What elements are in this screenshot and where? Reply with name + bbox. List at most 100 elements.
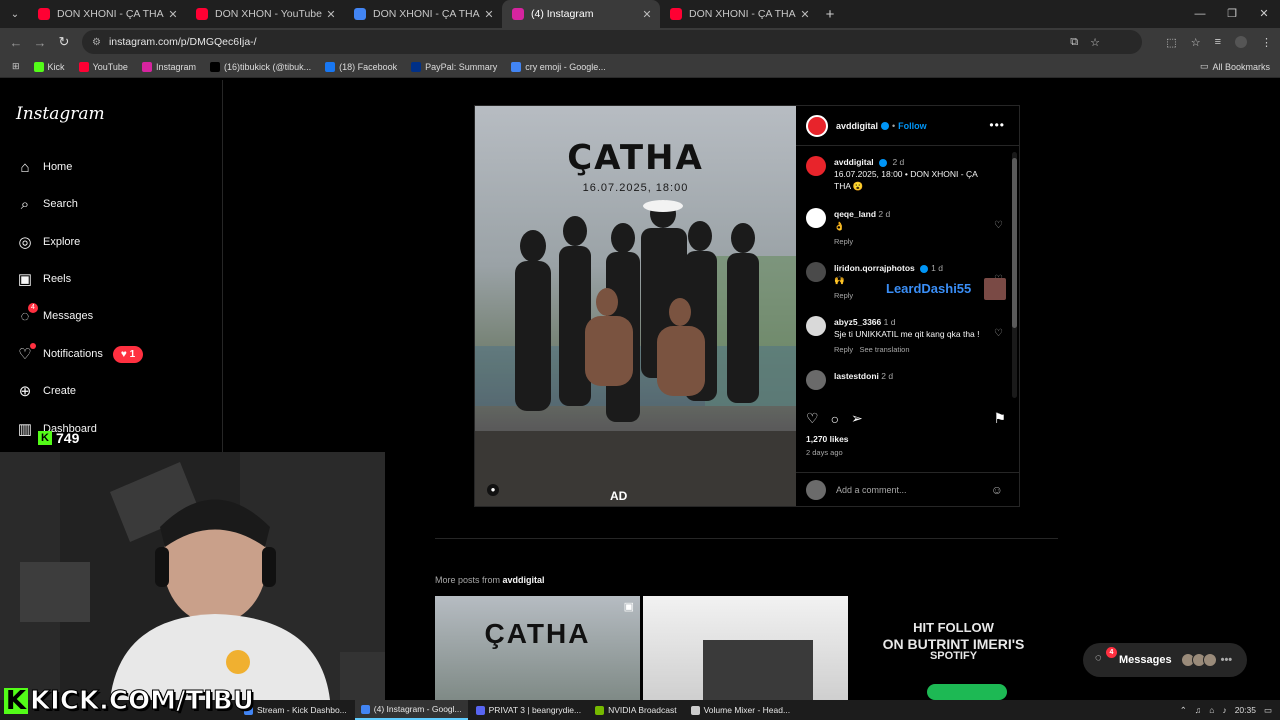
new-tab-button[interactable]: + bbox=[818, 6, 842, 23]
bookmark-item[interactable]: cry emoji - Google... bbox=[511, 61, 606, 72]
comment-username[interactable]: qeqe_land bbox=[834, 209, 876, 219]
instagram-logo[interactable]: Instagram bbox=[16, 104, 105, 124]
post-thumbnail-2[interactable] bbox=[643, 596, 848, 700]
save-bookmark-icon[interactable]: ⚑ bbox=[993, 410, 1006, 427]
tray-chevron-icon[interactable]: ⌃ bbox=[1180, 705, 1187, 716]
browser-tab-4[interactable]: (4) Instagram ✕ bbox=[502, 0, 660, 28]
taskbar-app-2[interactable]: (4) Instagram - Googl... bbox=[354, 700, 468, 720]
reload-icon[interactable]: ↻ bbox=[52, 34, 76, 50]
browser-menu-icon[interactable]: ⋮ bbox=[1261, 36, 1272, 49]
close-tab-icon[interactable]: ✕ bbox=[482, 8, 496, 21]
tab-search-chevron-icon[interactable]: ⌄ bbox=[2, 4, 28, 24]
post-image[interactable]: ÇATHA 16.07.2025, 18:00 ● AD bbox=[475, 106, 796, 506]
comment-username[interactable]: liridon.qorrajphotos bbox=[834, 263, 915, 273]
taskbar-app-icon bbox=[475, 705, 485, 715]
likes-count[interactable]: 1,270 likes bbox=[806, 434, 849, 444]
all-bookmarks-button[interactable]: ▭ All Bookmarks bbox=[1200, 61, 1270, 72]
taskbar-app-5[interactable]: Volume Mixer - Head... bbox=[685, 700, 796, 720]
close-tab-icon[interactable]: ✕ bbox=[640, 8, 654, 21]
emoji-icon[interactable]: ☺ bbox=[991, 483, 1003, 497]
see-translation-link[interactable]: See translation bbox=[859, 345, 909, 354]
bookmark-item[interactable]: PayPal: Summary bbox=[411, 61, 497, 72]
commenter-avatar[interactable] bbox=[806, 370, 826, 390]
sidebar-item-search[interactable]: ⌕ Search bbox=[16, 195, 78, 213]
close-tab-icon[interactable]: ✕ bbox=[324, 8, 338, 21]
more-options-icon[interactable]: ••• bbox=[989, 118, 1005, 132]
sidebar-item-notifications[interactable]: ♡ Notifications ♥ 1 bbox=[16, 343, 144, 363]
commenter-avatar[interactable] bbox=[806, 316, 826, 336]
share-send-icon[interactable]: ➢ bbox=[851, 410, 863, 427]
bookmark-item[interactable]: (16)tibukick (@tibuk... bbox=[209, 61, 311, 72]
browser-tab-5[interactable]: DON XHONI - ÇA THA - YouTu✕ bbox=[660, 0, 818, 28]
post-thumbnail-3[interactable]: HIT FOLLOW ON BUTRINT IMERI'S SPOTIFY bbox=[851, 596, 1056, 700]
bookmark-favicon bbox=[511, 61, 522, 72]
comment-bubble-icon[interactable]: ○ bbox=[831, 411, 839, 427]
extensions-icon[interactable]: ⬚ bbox=[1166, 36, 1176, 49]
sidebar-item-label: Search bbox=[43, 198, 78, 210]
clock-time[interactable]: 20:35 bbox=[1235, 705, 1256, 715]
tagged-user-icon[interactable]: ● bbox=[487, 484, 499, 496]
install-app-icon[interactable]: ⧉ bbox=[1070, 36, 1078, 49]
reply-link[interactable]: Reply bbox=[834, 345, 853, 354]
messages-floating-button[interactable]: ◌ 4 Messages ••• bbox=[1083, 643, 1247, 677]
author-username[interactable]: avddigital bbox=[836, 121, 878, 131]
taskbar-app-4[interactable]: NVIDIA Broadcast bbox=[589, 700, 683, 720]
network-icon[interactable]: ⌂ bbox=[1209, 705, 1214, 715]
comments-scrollbar[interactable] bbox=[1012, 152, 1017, 398]
more-icon[interactable]: ••• bbox=[1221, 654, 1233, 666]
caption-username[interactable]: avddigital bbox=[834, 157, 874, 167]
caption-avatar[interactable] bbox=[806, 156, 826, 176]
close-tab-icon[interactable]: ✕ bbox=[166, 8, 180, 21]
reply-link[interactable]: Reply bbox=[834, 291, 853, 300]
taskbar-app-1[interactable]: Stream - Kick Dashbo... bbox=[238, 700, 353, 720]
author-avatar[interactable] bbox=[806, 114, 828, 137]
commenter-avatar[interactable] bbox=[806, 208, 826, 228]
comment-like-heart-icon[interactable]: ♡ bbox=[994, 328, 1003, 340]
close-tab-icon[interactable]: ✕ bbox=[798, 8, 812, 21]
bookmark-star-icon[interactable]: ☆ bbox=[1090, 36, 1100, 49]
minimize-icon[interactable]: — bbox=[1184, 0, 1216, 28]
home-icon: ⌂ bbox=[20, 158, 30, 176]
notification-center-icon[interactable]: ▭ bbox=[1264, 705, 1272, 716]
taskbar-app-3[interactable]: PRIVAT 3 | beangrydie... bbox=[470, 700, 587, 720]
volume-icon[interactable]: ♪ bbox=[1222, 705, 1226, 715]
post-actions: ♡ ○ ➢ ⚑ bbox=[806, 410, 1006, 427]
close-window-icon[interactable]: ✕ bbox=[1248, 0, 1280, 28]
comment-like-heart-icon[interactable]: ♡ bbox=[994, 220, 1003, 232]
browser-tab-1[interactable]: DON XHONI - ÇA THA - YouTu✕ bbox=[28, 0, 186, 28]
follow-button[interactable]: Follow bbox=[898, 121, 927, 131]
reading-list-icon[interactable]: ☆ bbox=[1191, 36, 1201, 49]
browser-tab-2[interactable]: DON XHON - YouTube ✕ bbox=[186, 0, 344, 28]
back-arrow-icon[interactable]: ← bbox=[4, 35, 28, 50]
forward-arrow-icon[interactable]: → bbox=[28, 35, 52, 50]
comment-username[interactable]: abyz5_3366 bbox=[834, 317, 881, 327]
commenter-avatar[interactable] bbox=[806, 262, 826, 282]
scrollbar-thumb[interactable] bbox=[1012, 158, 1017, 328]
browser-tab-3[interactable]: DON XHONI - ÇA THA - Googl✕ bbox=[344, 0, 502, 28]
profile-avatar[interactable] bbox=[1235, 36, 1247, 48]
sidebar-item-explore[interactable]: ◎ Explore bbox=[16, 233, 80, 251]
restore-icon[interactable]: ❐ bbox=[1216, 0, 1248, 28]
address-bar[interactable]: ⚙ instagram.com/p/DMGQec6Ija-/ bbox=[82, 30, 1142, 54]
comment-username[interactable]: lastestdoni bbox=[834, 371, 879, 381]
reply-link[interactable]: Reply bbox=[834, 237, 853, 246]
media-controls-icon[interactable]: ≡ bbox=[1215, 36, 1221, 48]
post-thumbnail-1[interactable]: ÇATHA ▣ bbox=[435, 596, 640, 700]
mic-icon[interactable]: ♫ bbox=[1195, 705, 1201, 715]
like-heart-icon[interactable]: ♡ bbox=[806, 410, 819, 427]
bookmark-item[interactable]: (18) Facebook bbox=[325, 61, 397, 72]
bookmark-item[interactable]: Kick bbox=[33, 61, 65, 72]
sidebar-item-home[interactable]: ⌂ Home bbox=[16, 158, 72, 176]
sidebar-item-create[interactable]: ⊕ Create bbox=[16, 382, 76, 400]
bookmark-favicon bbox=[411, 61, 422, 72]
site-info-icon[interactable]: ⚙ bbox=[92, 37, 101, 48]
sidebar-item-reels[interactable]: ▣ Reels bbox=[16, 270, 71, 288]
caption-time: 2 d bbox=[892, 157, 905, 167]
apps-grid-icon[interactable]: ⊞ bbox=[12, 61, 20, 72]
more-posts-author[interactable]: avddigital bbox=[503, 575, 545, 585]
bookmark-item[interactable]: YouTube bbox=[78, 61, 128, 72]
add-comment-input[interactable]: Add a comment... bbox=[836, 485, 907, 495]
sidebar-item-messages[interactable]: ◌ 4 Messages bbox=[16, 303, 93, 325]
bookmark-item[interactable]: Instagram bbox=[141, 61, 196, 72]
browser-right-toolbar: ⬚ ☆ ≡ ⋮ bbox=[1166, 36, 1272, 49]
